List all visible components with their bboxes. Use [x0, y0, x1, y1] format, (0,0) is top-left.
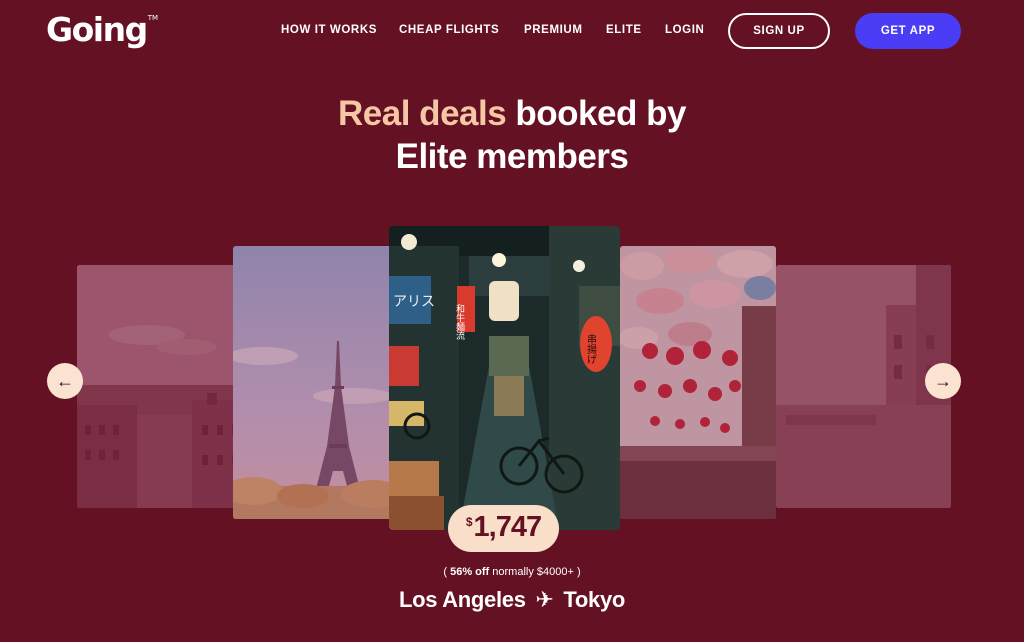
discount-percent: 56% off	[450, 566, 490, 578]
hero-headline: Real deals booked by Elite members	[0, 92, 1024, 178]
tokyo-alley-image: アリス 和牛麺流 串揚げ	[389, 226, 620, 530]
discount-normal-price: normally $4000+ )	[489, 566, 581, 578]
airplane-icon: ✈	[535, 587, 554, 612]
price-badge: $ 1,747	[448, 505, 559, 552]
top-nav: Going TM HOW IT WORKS CHEAP FLIGHTS PREM…	[0, 0, 1024, 62]
card-umbrella-street[interactable]	[620, 246, 776, 519]
sign-text-vertical: 和牛麺流	[454, 304, 465, 341]
nav-cheap-flights[interactable]: CHEAP FLIGHTS	[399, 24, 499, 36]
route-label: Los Angeles ✈ Tokyo	[0, 587, 1024, 613]
arrow-right-icon[interactable]: →	[925, 363, 961, 399]
page: Going TM HOW IT WORKS CHEAP FLIGHTS PREM…	[0, 0, 1024, 642]
lantern-text: 串揚げ	[585, 334, 597, 364]
price-currency: $	[465, 515, 473, 529]
get-app-button[interactable]: GET APP	[855, 13, 961, 49]
discount-text: ( 56% off normally $4000+ )	[443, 566, 581, 578]
logo-wordmark: Going	[46, 10, 148, 49]
price-amount: 1,747	[473, 511, 543, 543]
hero-line1-rest: booked by	[515, 94, 686, 133]
sign-text-left: アリス	[393, 294, 435, 310]
card-plaza[interactable]	[776, 265, 951, 508]
logo-trademark: TM	[147, 14, 159, 22]
route-origin: Los Angeles	[398, 587, 526, 612]
nav-login[interactable]: LOGIN	[665, 24, 704, 36]
card-paris-eiffel[interactable]	[233, 246, 393, 519]
card-tokyo-alley[interactable]: アリス 和牛麺流 串揚げ	[389, 226, 620, 530]
hero-accent-text: Real deals	[338, 94, 507, 133]
sign-up-button[interactable]: SIGN UP	[728, 13, 830, 49]
nav-premium[interactable]: PREMIUM	[524, 24, 583, 36]
nav-how-it-works[interactable]: HOW IT WORKS	[281, 24, 377, 36]
hero-line-1: Real deals booked by	[0, 92, 1024, 135]
hero-line-2: Elite members	[395, 137, 629, 176]
nav-elite[interactable]: ELITE	[606, 24, 642, 36]
route-destination: Tokyo	[563, 587, 626, 612]
arrow-left-icon[interactable]: ←	[47, 363, 83, 399]
going-logo[interactable]: Going TM	[46, 10, 158, 49]
